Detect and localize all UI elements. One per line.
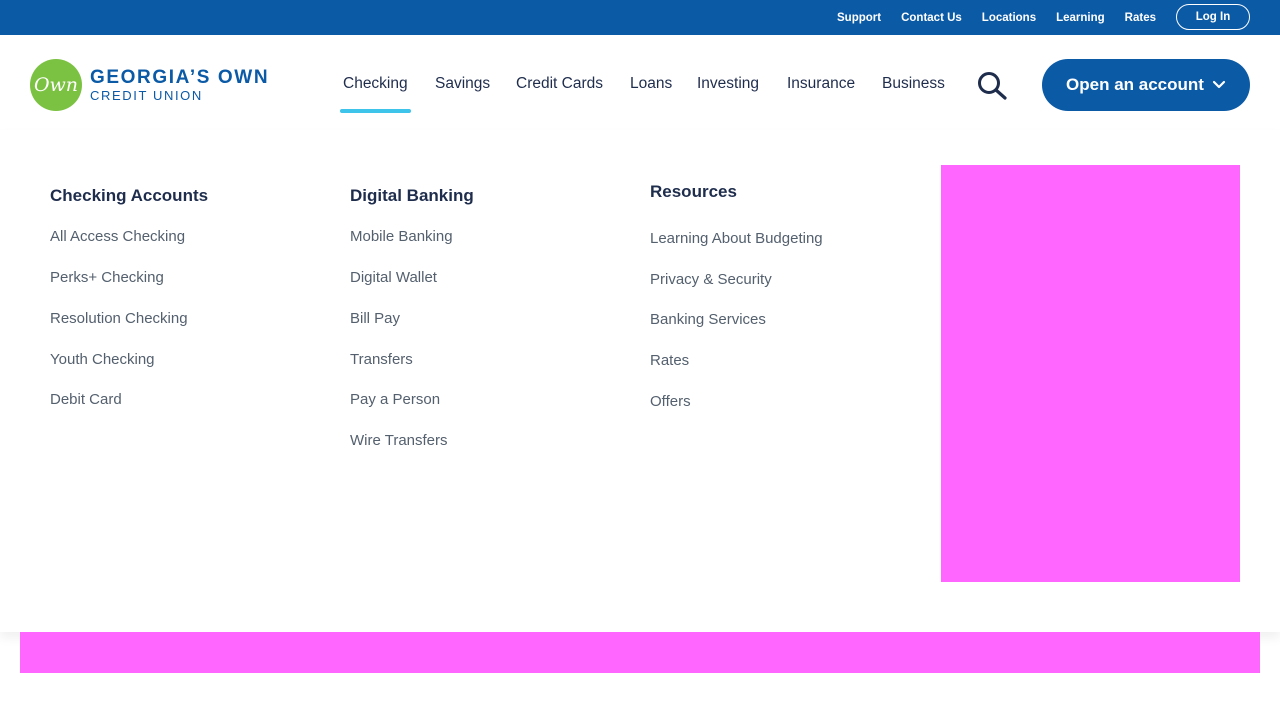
menu-item-privacy-security[interactable]: Privacy & Security <box>650 271 772 288</box>
checking-mega-menu: Checking Accounts All Access Checking Pe… <box>0 130 1280 632</box>
checking-accounts-heading: Checking Accounts <box>50 186 209 205</box>
nav-investing[interactable]: Investing <box>697 75 759 93</box>
open-account-button[interactable]: Open an account <box>1042 59 1250 111</box>
menu-item-learning-about-budgeting[interactable]: Learning About Budgeting <box>650 230 823 247</box>
menu-item-perks-checking[interactable]: Perks+ Checking <box>50 269 164 286</box>
log-in-button[interactable]: Log In <box>1176 4 1250 30</box>
locations-link[interactable]: Locations <box>982 12 1036 24</box>
menu-item-youth-checking[interactable]: Youth Checking <box>50 351 155 368</box>
menu-item-resolution-checking[interactable]: Resolution Checking <box>50 310 188 327</box>
menu-item-bill-pay[interactable]: Bill Pay <box>350 310 400 327</box>
search-icon[interactable] <box>976 71 1010 101</box>
menu-item-offers[interactable]: Offers <box>650 393 691 410</box>
menu-item-wire-transfers[interactable]: Wire Transfers <box>350 432 448 449</box>
nav-insurance[interactable]: Insurance <box>787 75 855 93</box>
nav-savings[interactable]: Savings <box>435 75 490 93</box>
chevron-down-icon <box>1212 75 1226 95</box>
main-header: Own GEORGIA’S OWN CREDIT UNION Checking … <box>0 35 1280 130</box>
learning-link[interactable]: Learning <box>1056 12 1105 24</box>
rates-link[interactable]: Rates <box>1125 12 1156 24</box>
support-link[interactable]: Support <box>837 12 881 24</box>
banner-placeholder <box>20 632 1260 673</box>
nav-checking[interactable]: Checking <box>340 75 411 113</box>
menu-item-banking-services[interactable]: Banking Services <box>650 311 766 328</box>
contact-us-link[interactable]: Contact Us <box>901 12 962 24</box>
nav-credit-cards[interactable]: Credit Cards <box>516 75 603 93</box>
digital-banking-heading: Digital Banking <box>350 186 474 205</box>
menu-item-pay-a-person[interactable]: Pay a Person <box>350 391 440 408</box>
utility-links: Support Contact Us Locations Learning Ra… <box>837 0 1156 35</box>
menu-item-digital-wallet[interactable]: Digital Wallet <box>350 269 437 286</box>
nav-business[interactable]: Business <box>882 75 945 93</box>
promo-placeholder <box>941 165 1240 582</box>
menu-item-transfers[interactable]: Transfers <box>350 351 413 368</box>
menu-item-mobile-banking[interactable]: Mobile Banking <box>350 228 453 245</box>
menu-item-rates[interactable]: Rates <box>650 352 689 369</box>
open-account-label: Open an account <box>1066 75 1204 94</box>
resources-heading: Resources <box>650 182 737 201</box>
menu-item-all-access-checking[interactable]: All Access Checking <box>50 228 185 245</box>
utility-bar: Support Contact Us Locations Learning Ra… <box>0 0 1280 35</box>
nav-loans[interactable]: Loans <box>630 75 672 93</box>
menu-item-debit-card[interactable]: Debit Card <box>50 391 122 408</box>
